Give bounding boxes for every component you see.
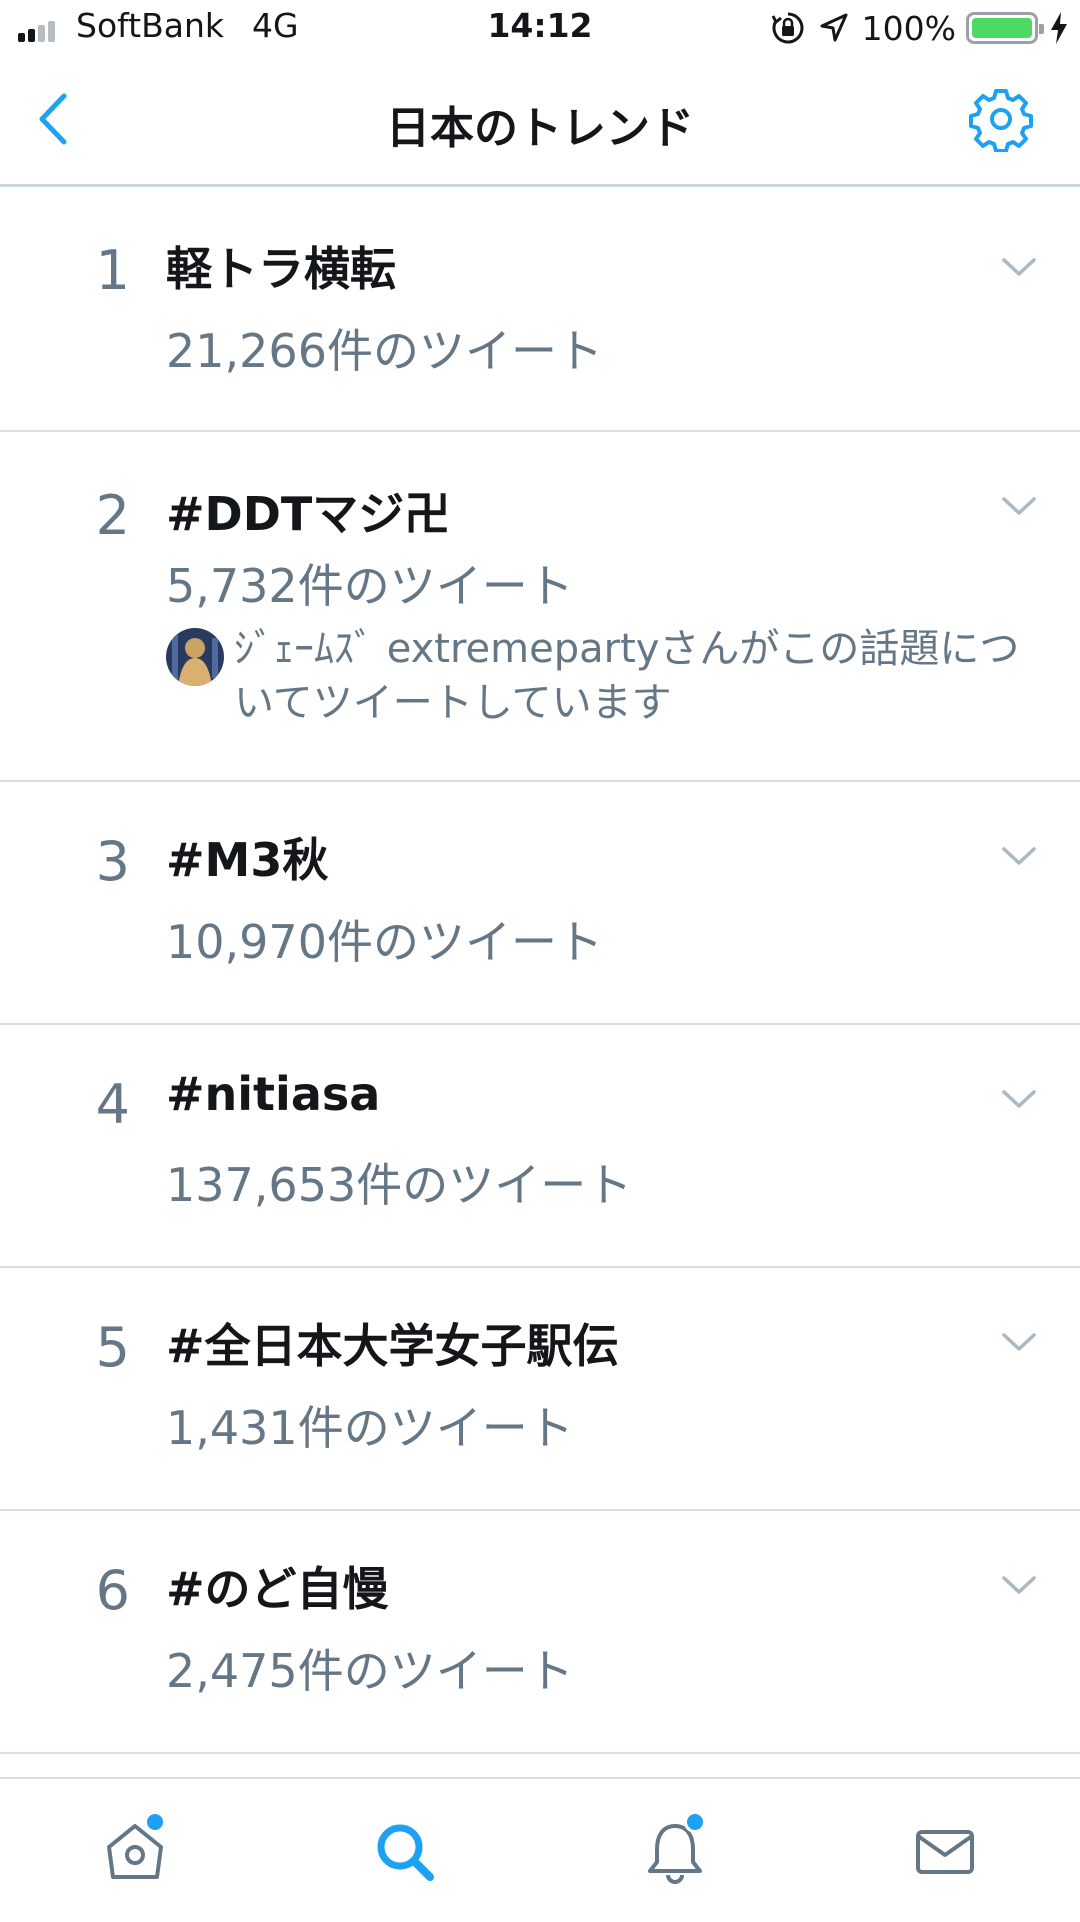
tweet-count: 1,431件のツイート: [166, 1401, 574, 1455]
tab-bar: [0, 1777, 1080, 1922]
charging-bolt-icon: [1051, 12, 1067, 44]
location-arrow-icon: [820, 13, 848, 42]
battery-cap: [1039, 24, 1044, 34]
messages-envelope-icon: [916, 1830, 974, 1874]
trend-item[interactable]: 6 #のど自慢 2,475件のツイート: [0, 1511, 1080, 1754]
notifications-badge-dot: [684, 1811, 706, 1833]
orientation-lock-icon: [771, 12, 804, 44]
tweet-count: 5,732件のツイート: [166, 559, 574, 613]
status-bar: SoftBank 4G 14:12 100%: [0, 0, 1080, 56]
trend-name[interactable]: 軽トラ横転: [166, 233, 396, 299]
nav-bar: 日本のトレンド: [0, 56, 1080, 187]
settings-button[interactable]: [968, 86, 1034, 152]
trend-item[interactable]: 4 #nitiasa 137,653件のツイート: [0, 1025, 1080, 1268]
trend-item[interactable]: 5 #全日本大学女子駅伝 1,431件のツイート: [0, 1268, 1080, 1511]
search-icon: [377, 1824, 434, 1881]
avatar: [166, 628, 224, 686]
trend-rank: 2: [95, 484, 130, 547]
trend-rank: 1: [95, 239, 130, 302]
trend-name[interactable]: #DDTマジ卍: [166, 478, 450, 544]
trend-list: 1 軽トラ横転 21,266件のツイート 2 #DDTマジ卍 5,732件のツイ…: [0, 187, 1080, 1754]
tab-notifications[interactable]: [640, 1811, 710, 1887]
trend-rank: 4: [95, 1073, 130, 1136]
chevron-down-icon[interactable]: [1000, 255, 1038, 279]
gear-icon: [969, 89, 1033, 152]
trend-item[interactable]: 2 #DDTマジ卍 5,732件のツイート ｼﾞｪｰﾑｽﾞ extremepar…: [0, 432, 1080, 782]
battery-fill: [972, 18, 1032, 38]
page-title: 日本のトレンド: [386, 103, 694, 154]
tab-home[interactable]: [100, 1811, 170, 1887]
trend-item[interactable]: 1 軽トラ横転 21,266件のツイート: [0, 187, 1080, 432]
chevron-down-icon[interactable]: [1000, 1330, 1038, 1354]
tweet-count: 2,475件のツイート: [166, 1644, 574, 1698]
trend-context-text: ｼﾞｪｰﾑｽﾞ extremepartyさんがこの話題についてツイートしています: [234, 626, 1020, 726]
trend-name[interactable]: #全日本大学女子駅伝: [166, 1310, 619, 1376]
battery-percentage: 100%: [861, 8, 956, 48]
tab-messages[interactable]: [910, 1817, 980, 1887]
chevron-down-icon[interactable]: [1000, 844, 1038, 868]
battery-icon: [966, 12, 1044, 44]
tweet-count: 10,970件のツイート: [166, 915, 603, 969]
chevron-down-icon[interactable]: [1000, 494, 1038, 518]
trend-name[interactable]: #M3秋: [166, 824, 328, 890]
tab-search[interactable]: [370, 1817, 440, 1887]
trend-rank: 3: [95, 830, 130, 893]
trend-name[interactable]: #のど自慢: [166, 1553, 389, 1619]
tweet-count: 21,266件のツイート: [166, 324, 603, 378]
trend-rank: 5: [95, 1316, 130, 1379]
chevron-down-icon[interactable]: [1000, 1573, 1038, 1597]
home-badge-dot: [144, 1811, 166, 1833]
avatar-image: [166, 628, 224, 686]
status-indicators: 100%: [770, 6, 1070, 50]
trend-name[interactable]: #nitiasa: [166, 1067, 380, 1121]
tweet-count: 137,653件のツイート: [166, 1158, 633, 1212]
trend-item[interactable]: 3 #M3秋 10,970件のツイート: [0, 782, 1080, 1025]
trend-rank: 6: [95, 1559, 130, 1622]
chevron-down-icon[interactable]: [1000, 1087, 1038, 1111]
